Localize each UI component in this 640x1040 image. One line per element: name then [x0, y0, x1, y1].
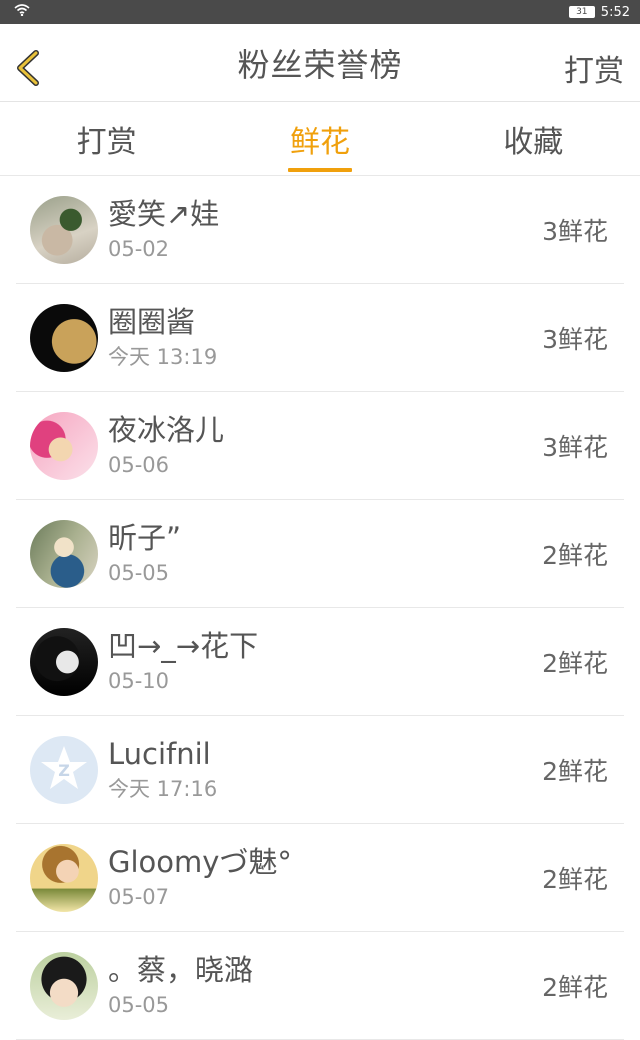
fan-name: 。蔡，晓潞 — [108, 952, 254, 987]
status-bar: 31 5:52 — [0, 0, 640, 24]
flower-count: 3鲜花 — [542, 324, 608, 354]
flower-count: 2鲜花 — [542, 756, 608, 786]
tab-tips[interactable]: 打赏 — [0, 102, 213, 175]
back-button[interactable] — [14, 50, 44, 86]
list-item[interactable]: 昕子” 05-05 2鲜花 — [16, 500, 624, 608]
tab-label: 打赏 — [76, 124, 137, 160]
fan-name: Gloomyづ魅° — [108, 844, 292, 879]
list-item[interactable]: 圈圈酱 今天 13:19 3鲜花 — [16, 284, 624, 392]
fan-name: 凹→_→花下 — [108, 628, 259, 663]
fan-date: 今天 13:19 — [108, 344, 218, 369]
avatar — [30, 627, 98, 696]
fan-date: 05-06 — [108, 452, 170, 477]
fan-date: 05-07 — [108, 884, 170, 909]
header: 粉丝荣誉榜 打赏 — [0, 24, 640, 102]
fan-date: 今天 17:16 — [108, 776, 218, 801]
default-avatar-icon: Z — [41, 745, 87, 789]
fan-name: 圈圈酱 — [108, 304, 196, 339]
flower-count: 3鲜花 — [542, 432, 608, 462]
fan-name: 夜冰洛儿 — [108, 412, 225, 447]
list-item[interactable]: 凹→_→花下 05-10 2鲜花 — [16, 608, 624, 716]
avatar — [30, 843, 98, 912]
tab-favorites[interactable]: 收藏 — [427, 102, 640, 175]
list-item[interactable]: Gloomyづ魅° 05-07 2鲜花 — [16, 824, 624, 932]
clock: 5:52 — [600, 4, 630, 20]
battery-icon: 31 — [568, 6, 595, 18]
fan-name: 昕子” — [108, 520, 182, 555]
avatar — [30, 195, 98, 264]
avatar — [30, 303, 98, 372]
wifi-icon — [14, 4, 30, 20]
flower-count: 2鲜花 — [542, 540, 608, 570]
avatar — [30, 519, 98, 588]
flower-count: 3鲜花 — [542, 216, 608, 246]
tip-button[interactable]: 打赏 — [564, 46, 624, 90]
flower-count: 2鲜花 — [542, 864, 608, 894]
tab-flowers[interactable]: 鲜花 — [213, 102, 426, 175]
list-item[interactable]: 夜冰洛儿 05-06 3鲜花 — [16, 392, 624, 500]
flower-count: 2鲜花 — [542, 648, 608, 678]
page-title: 粉丝荣誉榜 — [237, 45, 403, 84]
avatar — [30, 411, 98, 480]
tab-label: 鲜花 — [289, 124, 350, 160]
fan-date: 05-10 — [108, 668, 170, 693]
fan-list: 愛笑↗娃 05-02 3鲜花 圈圈酱 今天 13:19 3鲜花 夜冰洛儿 05-… — [0, 176, 640, 1040]
fan-date: 05-05 — [108, 992, 170, 1017]
avatar: Z — [30, 735, 98, 804]
tab-label: 收藏 — [503, 124, 564, 160]
fan-date: 05-02 — [108, 236, 170, 261]
fan-date: 05-05 — [108, 560, 170, 585]
fan-name: 愛笑↗娃 — [108, 196, 220, 231]
active-tab-indicator — [287, 168, 352, 172]
avatar — [30, 951, 98, 1020]
flower-count: 2鲜花 — [542, 972, 608, 1002]
svg-text:Z: Z — [58, 761, 70, 780]
list-item[interactable]: 愛笑↗娃 05-02 3鲜花 — [16, 176, 624, 284]
fan-name: Lucifnil — [108, 736, 211, 771]
list-item[interactable]: Z Lucifnil 今天 17:16 2鲜花 — [16, 716, 624, 824]
chevron-left-icon — [17, 50, 39, 86]
tab-bar: 打赏 鲜花 收藏 — [0, 102, 640, 176]
